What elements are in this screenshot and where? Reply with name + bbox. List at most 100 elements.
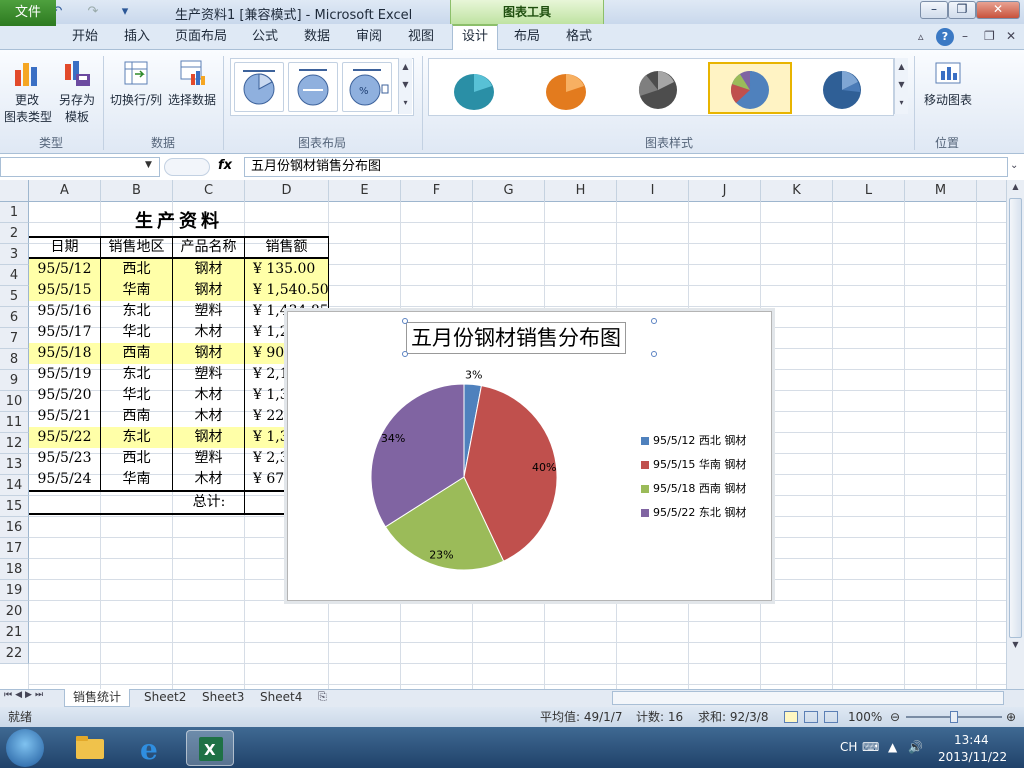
column-header[interactable]: D (245, 180, 329, 202)
title-resize-handle[interactable] (402, 318, 408, 324)
table-cell[interactable]: 95/5/16 (29, 301, 101, 322)
table-cell[interactable]: 西北 (101, 259, 173, 280)
table-cell[interactable]: 95/5/23 (29, 448, 101, 469)
tab-home[interactable]: 开始 (62, 26, 108, 50)
table-cell[interactable]: 木材 (173, 406, 245, 427)
formula-input[interactable]: 五月份钢材销售分布图 (244, 157, 1008, 177)
table-cell[interactable]: ¥ 135.00 (245, 259, 329, 280)
row-header[interactable]: 10 (0, 391, 29, 412)
switch-row-column-button[interactable]: 切换行/列 (108, 58, 164, 109)
table-cell[interactable]: 95/5/15 (29, 280, 101, 301)
table-cell[interactable]: 钢材 (173, 280, 245, 301)
clock-time[interactable]: 13:44 (954, 733, 989, 747)
table-cell[interactable]: ¥ 1,540.50 (245, 280, 329, 301)
chart-style-gray[interactable] (616, 62, 700, 114)
row-header[interactable]: 17 (0, 538, 29, 559)
column-header[interactable]: K (761, 180, 833, 202)
table-cell[interactable]: 塑料 (173, 301, 245, 322)
sheet-title[interactable]: 生产资料 (29, 211, 329, 232)
row-header[interactable]: 6 (0, 307, 29, 328)
column-header[interactable]: I (617, 180, 689, 202)
excel-taskbar-icon[interactable]: X (186, 730, 234, 766)
chart-style-teal[interactable] (432, 62, 516, 114)
table-cell[interactable]: 东北 (101, 301, 173, 322)
scroll-up-icon[interactable]: ▲ (1009, 182, 1022, 196)
table-cell[interactable]: 钢材 (173, 427, 245, 448)
title-resize-handle[interactable] (651, 351, 657, 357)
table-cell[interactable]: 木材 (173, 322, 245, 343)
workbook-minimize-icon[interactable]: – (962, 29, 968, 43)
chart-style-blue[interactable] (800, 62, 884, 114)
table-cell[interactable]: 95/5/24 (29, 469, 101, 490)
table-cell[interactable]: 钢材 (173, 259, 245, 280)
row-header[interactable]: 9 (0, 370, 29, 391)
row-header[interactable]: 21 (0, 622, 29, 643)
table-cell[interactable]: 塑料 (173, 448, 245, 469)
sheet-tab-4[interactable]: Sheet4 (252, 689, 310, 707)
column-header[interactable]: F (401, 180, 473, 202)
table-cell[interactable]: 95/5/17 (29, 322, 101, 343)
table-cell[interactable]: 东北 (101, 364, 173, 385)
column-header[interactable]: L (833, 180, 905, 202)
zoom-in-icon[interactable]: ⊕ (1006, 707, 1016, 727)
table-cell[interactable]: 钢材 (173, 343, 245, 364)
vertical-scrollbar[interactable]: ▲ ▼ (1006, 180, 1024, 689)
zoom-level[interactable]: 100% (848, 707, 882, 727)
scroll-down-icon[interactable]: ▼ (1009, 640, 1022, 654)
legend-item[interactable]: 95/5/15 华南 钢材 (641, 457, 746, 473)
zoom-out-icon[interactable]: ⊖ (890, 707, 900, 727)
row-header[interactable]: 2 (0, 223, 29, 244)
table-cell[interactable]: 西北 (101, 448, 173, 469)
chart-layout-2[interactable] (288, 62, 338, 112)
minimize-button[interactable]: – (920, 1, 948, 19)
horizontal-scrollbar[interactable] (612, 691, 1004, 705)
chart-layout-scroll[interactable]: ▲ ▼ ▾ (398, 58, 412, 114)
total-label[interactable]: 总计: (173, 492, 245, 513)
row-header[interactable]: 22 (0, 643, 29, 664)
chart-layout-3[interactable]: % (342, 62, 392, 112)
row-header[interactable]: 12 (0, 433, 29, 454)
row-header[interactable]: 13 (0, 454, 29, 475)
tab-view[interactable]: 视图 (398, 26, 444, 50)
tab-insert[interactable]: 插入 (114, 26, 160, 50)
tab-file[interactable]: 文件 (0, 0, 56, 26)
column-header[interactable]: E (329, 180, 401, 202)
title-resize-handle[interactable] (651, 318, 657, 324)
table-cell[interactable]: 木材 (173, 469, 245, 490)
start-button-icon[interactable] (6, 729, 44, 767)
table-cell[interactable]: 木材 (173, 385, 245, 406)
tab-formulas[interactable]: 公式 (242, 26, 288, 50)
volume-icon[interactable]: 🔊 (908, 740, 923, 754)
table-cell[interactable]: 西南 (101, 406, 173, 427)
table-cell[interactable]: 西南 (101, 343, 173, 364)
table-header-cell[interactable]: 日期 (29, 237, 101, 258)
table-cell[interactable]: 东北 (101, 427, 173, 448)
clock-date[interactable]: 2013/11/22 (938, 750, 1007, 764)
row-header[interactable]: 16 (0, 517, 29, 538)
row-header[interactable]: 11 (0, 412, 29, 433)
keyboard-icon[interactable]: ⌨ (862, 740, 879, 754)
data-label[interactable]: 3% (465, 368, 482, 381)
chart-layout-1[interactable] (234, 62, 284, 112)
table-header-cell[interactable]: 销售额 (245, 237, 329, 258)
explorer-taskbar-icon[interactable] (66, 730, 114, 766)
table-cell[interactable]: 华北 (101, 385, 173, 406)
title-resize-handle[interactable] (402, 351, 408, 357)
row-header[interactable]: 5 (0, 286, 29, 307)
row-header[interactable]: 7 (0, 328, 29, 349)
change-chart-type-button[interactable]: 更改 图表类型 (4, 58, 52, 126)
insert-function-icon[interactable]: fx (218, 158, 232, 173)
name-box[interactable] (0, 157, 160, 177)
tab-format[interactable]: 格式 (556, 26, 602, 50)
table-cell[interactable]: 塑料 (173, 364, 245, 385)
table-cell[interactable]: 华南 (101, 469, 173, 490)
select-data-button[interactable]: 选择数据 (166, 58, 218, 109)
sheet-tab-3[interactable]: Sheet3 (194, 689, 252, 707)
column-header[interactable]: C (173, 180, 245, 202)
tab-design[interactable]: 设计 (452, 24, 498, 51)
page-break-view-icon[interactable] (824, 711, 838, 723)
row-header[interactable]: 3 (0, 244, 29, 265)
sheet-tab-2[interactable]: Sheet2 (136, 689, 194, 707)
data-label[interactable]: 23% (429, 549, 453, 562)
sheet-nav-icons[interactable]: ⏮◀▶⏭ (4, 690, 46, 700)
